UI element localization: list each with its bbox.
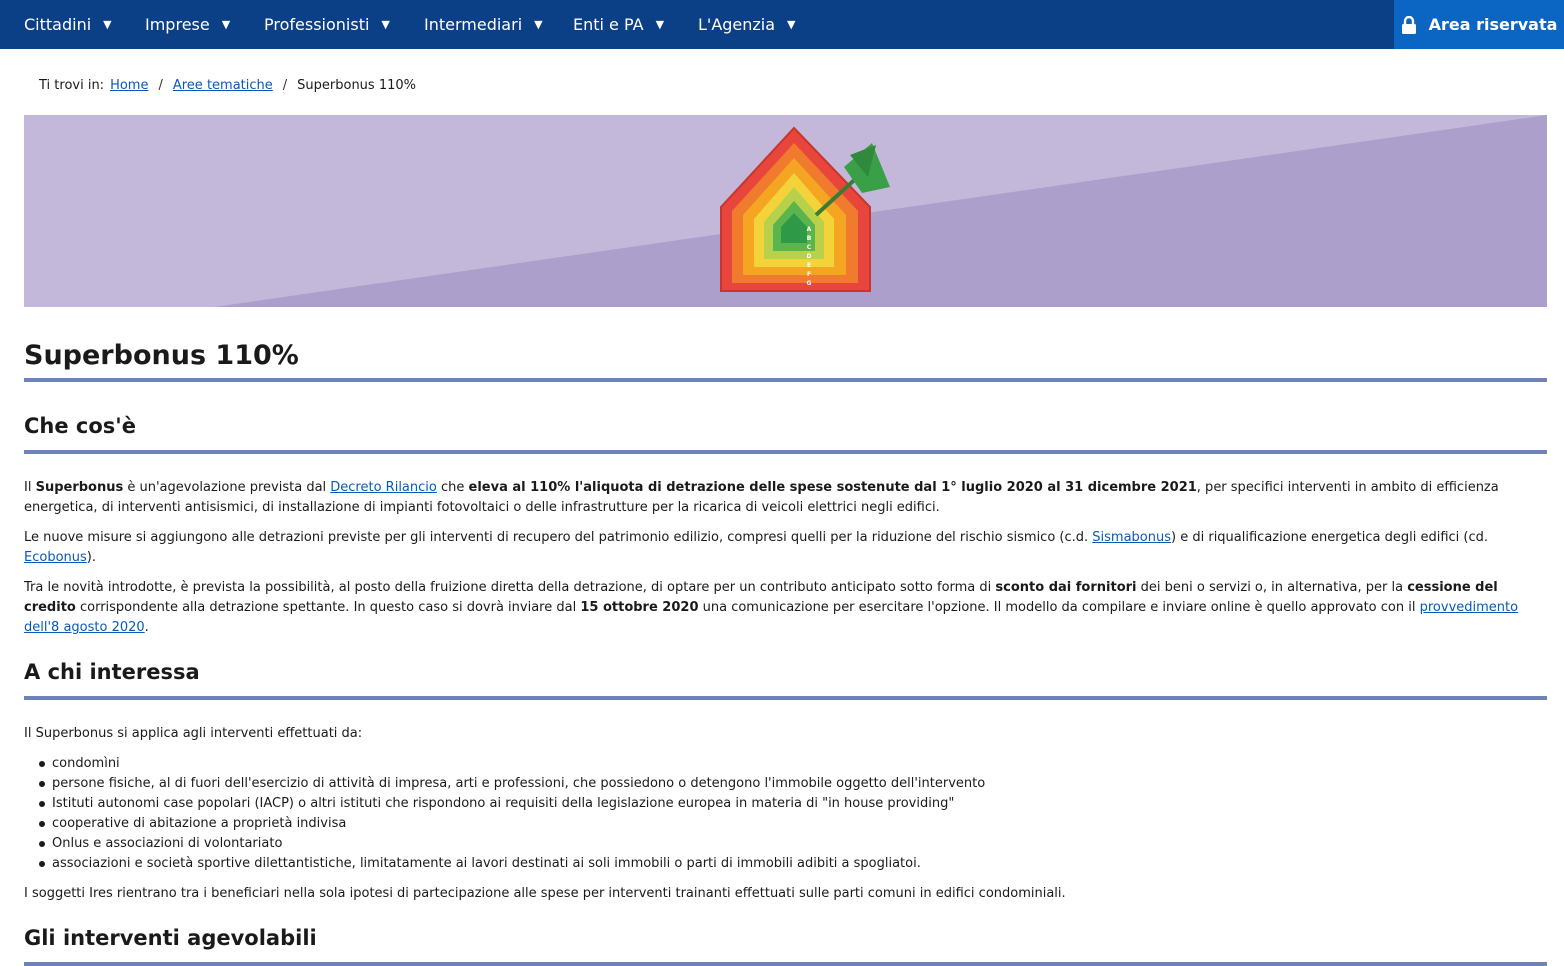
section-divider — [24, 450, 1547, 454]
section-title-a-chi-interessa: A chi interessa — [24, 660, 200, 684]
area-riservata-label: Area riservata — [1428, 15, 1558, 34]
nav-item-agenzia[interactable]: L'Agenzia ▼ — [698, 0, 796, 49]
breadcrumb-label: Ti trovi in: — [39, 78, 105, 93]
main-content: Superbonus 110% Che cos'è Il Superbonus … — [24, 320, 1547, 966]
nav-item-cittadini[interactable]: Cittadini ▼ — [24, 0, 112, 49]
breadcrumb-current: Superbonus 110% — [297, 78, 416, 93]
paragraph-novita: Tra le novità introdotte, è prevista la … — [24, 578, 1547, 638]
breadcrumb-separator: / — [282, 78, 288, 93]
caret-down-icon: ▼ — [787, 18, 796, 31]
paragraph-misure: Le nuove misure si aggiungono alle detra… — [24, 528, 1547, 568]
breadcrumb-aree-link[interactable]: Aree tematiche — [173, 78, 273, 93]
caret-down-icon: ▼ — [103, 18, 112, 31]
area-riservata-button[interactable]: Area riservata — [1394, 0, 1564, 49]
ecobonus-link[interactable]: Ecobonus — [24, 550, 87, 565]
text-span: che — [436, 480, 469, 495]
lock-icon — [1401, 15, 1416, 34]
text-span: ) e di riqualificazione energetica degli… — [1171, 530, 1489, 545]
nav-item-label: Intermediari — [424, 15, 523, 34]
title-divider — [24, 378, 1547, 382]
nav-item-label: Professionisti — [264, 15, 370, 34]
energy-class-label: B — [807, 235, 812, 242]
list-item: cooperative di abitazione a proprietà in… — [24, 814, 1547, 834]
page-title: Superbonus 110% — [24, 340, 299, 371]
energy-class-label: A — [807, 226, 812, 233]
caret-down-icon: ▼ — [655, 18, 665, 31]
section-divider — [24, 696, 1547, 700]
section-divider — [24, 962, 1547, 966]
caret-down-icon: ▼ — [381, 18, 390, 31]
nav-item-enti-pa[interactable]: Enti e PA ▼ — [573, 0, 664, 49]
caret-down-icon: ▼ — [534, 18, 543, 31]
text-span: ). — [86, 550, 96, 565]
nav-item-label: Enti e PA — [573, 15, 644, 34]
bold-text: eleva al 110% l'aliquota di detrazione d… — [468, 480, 1197, 495]
sismabonus-link[interactable]: Sismabonus — [1092, 530, 1171, 545]
text-span: Le nuove misure si aggiungono alle detra… — [24, 530, 1093, 545]
energy-class-label: G — [807, 280, 812, 287]
energy-class-label: C — [807, 244, 812, 251]
beneficiari-list: condomìni persone fisiche, al di fuori d… — [24, 754, 1547, 874]
energy-class-label: D — [807, 253, 812, 260]
section-title-che-cose: Che cos'è — [24, 414, 136, 438]
hero-banner: A B C D E F G — [24, 115, 1547, 307]
nav-item-label: Cittadini — [24, 15, 92, 34]
breadcrumb: Ti trovi in: Home / Aree tematiche / Sup… — [39, 78, 416, 93]
list-item: persone fisiche, al di fuori dell'eserci… — [24, 774, 1547, 794]
hero-illustration: A B C D E F G — [24, 115, 1547, 307]
text-span: è un'agevolazione prevista dal — [123, 480, 331, 495]
caret-down-icon: ▼ — [221, 18, 231, 31]
text-span: . — [144, 620, 149, 635]
list-item: Onlus e associazioni di volontariato — [24, 834, 1547, 854]
bold-text: 15 ottobre 2020 — [580, 600, 699, 615]
decreto-rilancio-link[interactable]: Decreto Rilancio — [330, 480, 437, 495]
text-span: corrispondente alla detrazione spettante… — [75, 600, 581, 615]
energy-class-label: E — [807, 262, 811, 269]
breadcrumb-separator: / — [158, 78, 163, 93]
paragraph-intro: Il Superbonus è un'agevolazione prevista… — [24, 478, 1547, 518]
nav-item-label: L'Agenzia — [698, 15, 776, 34]
text-span: una comunicazione per esercitare l'opzio… — [698, 600, 1420, 615]
breadcrumb-home-link[interactable]: Home — [110, 78, 148, 93]
nav-item-imprese[interactable]: Imprese ▼ — [145, 0, 230, 49]
section-title-interventi: Gli interventi agevolabili — [24, 926, 317, 950]
energy-class-label: F — [807, 271, 811, 278]
text-span: Tra le novità introdotte, è prevista la … — [24, 580, 996, 595]
bold-text: Superbonus — [35, 480, 124, 495]
paragraph-ires: I soggetti Ires rientrano tra i benefici… — [24, 886, 1066, 901]
text-span: Il — [24, 480, 36, 495]
text-span: dei beni o servizi o, in alternativa, pe… — [1136, 580, 1408, 595]
nav-item-intermediari[interactable]: Intermediari ▼ — [424, 0, 543, 49]
paragraph-applica: Il Superbonus si applica agli interventi… — [24, 726, 363, 741]
nav-item-label: Imprese — [145, 15, 210, 34]
bold-text: sconto dai fornitori — [995, 580, 1137, 595]
list-item: Istituti autonomi case popolari (IACP) o… — [24, 794, 1547, 814]
nav-item-professionisti[interactable]: Professionisti ▼ — [264, 0, 390, 49]
top-navigation: Cittadini ▼ Imprese ▼ Professionisti ▼ Inte… — [0, 0, 1564, 49]
list-item: condomìni — [24, 754, 1547, 774]
list-item: associazioni e società sportive dilettan… — [24, 854, 1547, 874]
